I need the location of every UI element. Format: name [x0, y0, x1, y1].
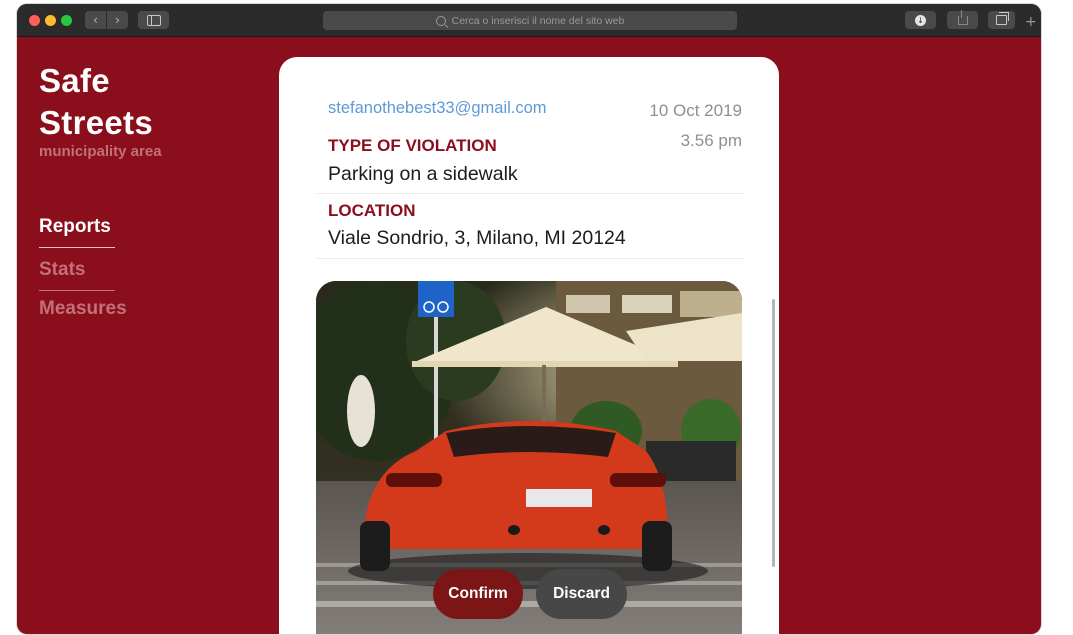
violation-photo [316, 281, 742, 634]
nav-item-measures[interactable]: Measures [39, 298, 127, 326]
close-window-button[interactable] [29, 15, 40, 26]
report-card: stefanothebest33@gmail.com 10 Oct 2019 3… [279, 57, 779, 634]
share-icon [957, 9, 968, 25]
reporter-email[interactable]: stefanothebest33@gmail.com [328, 99, 547, 118]
back-button[interactable]: ‹ [85, 11, 106, 29]
divider [316, 193, 744, 194]
divider [316, 258, 744, 259]
confirm-button[interactable]: Confirm [433, 569, 523, 619]
violation-type-label: TYPE OF VIOLATION [328, 136, 497, 155]
violation-type-value: Parking on a sidewalk [328, 163, 518, 185]
nav-divider [39, 247, 115, 248]
browser-toolbar: ‹ › Cerca o inserisci il nome del sito w… [17, 4, 1041, 37]
report-time: 3.56 pm [680, 131, 742, 150]
location-value: Viale Sondrio, 3, Milano, MI 20124 [328, 227, 626, 249]
share-button[interactable] [947, 9, 978, 29]
location-label: LOCATION [328, 201, 416, 220]
nav-item-stats[interactable]: Stats [39, 259, 85, 287]
brand-subtitle: municipality area [39, 143, 162, 160]
sidebar-icon [146, 14, 161, 26]
forward-icon: › [115, 13, 120, 27]
minimize-window-button[interactable] [45, 15, 56, 26]
download-icon: ↓ [915, 14, 926, 26]
browser-window: ‹ › Cerca o inserisci il nome del sito w… [17, 4, 1041, 634]
tabs-icon [996, 12, 1009, 25]
discard-button[interactable]: Discard [536, 569, 627, 619]
brand-title: Safe Streets [39, 62, 153, 141]
address-bar[interactable]: Cerca o inserisci il nome del sito web [323, 11, 737, 30]
search-icon [435, 15, 446, 26]
downloads-button[interactable]: ↓ [905, 11, 936, 29]
address-bar-placeholder: Cerca o inserisci il nome del sito web [451, 14, 625, 27]
sidebar-toggle-button[interactable] [138, 11, 169, 29]
new-tab-icon[interactable]: + [1025, 14, 1037, 30]
nav-item-reports[interactable]: Reports [39, 216, 111, 244]
card-scrollbar[interactable] [772, 299, 775, 567]
forward-button[interactable]: › [107, 11, 128, 29]
nav-divider [39, 290, 115, 291]
tab-overview-button[interactable] [988, 11, 1015, 29]
report-date: 10 Oct 2019 [649, 101, 742, 120]
back-icon: ‹ [93, 13, 98, 27]
fullscreen-window-button[interactable] [61, 15, 72, 26]
